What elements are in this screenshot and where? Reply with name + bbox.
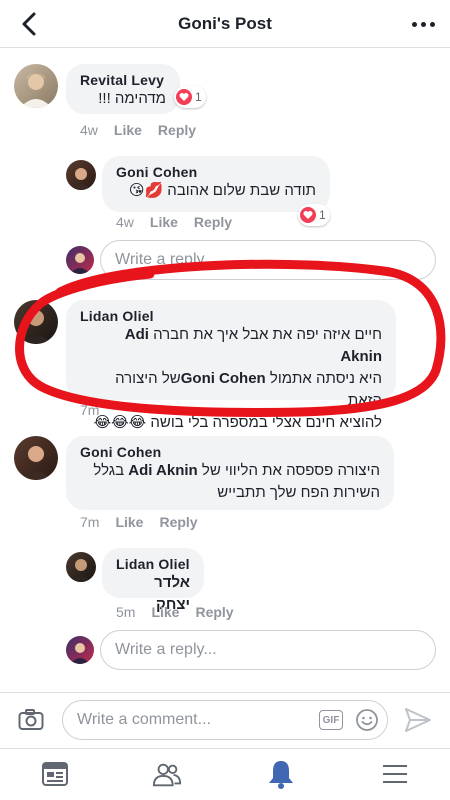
tab-notifications[interactable] <box>266 759 296 789</box>
bell-icon <box>269 761 293 789</box>
comment-author[interactable]: Lidan Oliel <box>80 308 382 324</box>
avatar[interactable] <box>14 64 58 108</box>
comment-input[interactable]: Write a comment... GIF <box>62 700 388 740</box>
mention-link[interactable]: Adi Aknin <box>128 462 197 479</box>
profile-photo <box>70 168 92 190</box>
like-button[interactable]: Like <box>114 122 142 138</box>
comment-bubble[interactable]: Revital Levy מדהימה !!! <box>66 64 180 114</box>
comment-author[interactable]: Lidan Oliel <box>116 556 190 572</box>
profile-photo <box>20 446 52 480</box>
comment-author[interactable]: Goni Cohen <box>116 164 316 180</box>
more-dot <box>429 21 435 27</box>
comment-bubble[interactable]: Lidan Oliel חיים איזה יפה את אבל איך את … <box>66 300 396 431</box>
comment-author[interactable]: Revital Levy <box>80 72 166 88</box>
comment-timestamp: 4w <box>80 122 98 138</box>
more-dot <box>420 21 426 27</box>
like-button[interactable]: Like <box>151 604 179 620</box>
camera-button[interactable] <box>18 709 44 736</box>
avatar <box>66 246 94 274</box>
gif-button[interactable]: GIF <box>319 710 343 730</box>
profile-photo <box>20 310 52 344</box>
comment-bubble[interactable]: Lidan Oliel אלדר יצחק <box>102 548 204 613</box>
avatar <box>66 636 94 664</box>
reply-button[interactable]: Reply <box>195 604 233 620</box>
tab-friends[interactable] <box>152 759 182 789</box>
comment-text-part: היצורה פספסה את הליווי של <box>201 462 380 479</box>
comment-text-part: היא ניסתה אתמול <box>269 370 382 387</box>
comment-text: היא ניסתה אתמול Goni Cohenשל היצורה הזאת <box>80 368 382 412</box>
comment-input-placeholder: Write a comment... <box>77 711 211 728</box>
like-button[interactable]: Like <box>150 214 178 230</box>
comment-actions: 7m <box>80 402 99 418</box>
avatar[interactable] <box>14 436 58 480</box>
profile-photo <box>70 643 90 664</box>
emoji-button[interactable] <box>355 708 379 737</box>
comment-composer: Write a comment... GIF <box>0 692 450 748</box>
comment-text-part: בגלל <box>93 462 125 479</box>
comment-timestamp: 4w <box>116 214 134 230</box>
avatar[interactable] <box>66 552 96 582</box>
reaction-count: 1 <box>195 90 202 104</box>
friends-icon <box>152 763 182 787</box>
comment-text: היצורה פספסה את הליווי של Adi Aknin בגלל <box>80 460 380 482</box>
avatar[interactable] <box>66 160 96 190</box>
like-button[interactable]: Like <box>115 514 143 530</box>
smiley-icon <box>356 709 378 731</box>
comment-actions: 5m Like Reply <box>116 604 234 620</box>
comment-timestamp: 7m <box>80 402 100 418</box>
reply-input[interactable]: Write a reply... <box>100 630 436 670</box>
heart-icon <box>300 207 316 223</box>
comment-actions: 7m Like Reply <box>80 514 198 530</box>
tab-news-feed[interactable] <box>40 759 70 789</box>
comment-actions: 4w Like Reply <box>116 214 232 230</box>
send-button[interactable] <box>404 707 432 738</box>
comment-text: השירות הפח שלך תתבייש <box>217 484 380 501</box>
comment-actions: 4w Like Reply <box>80 122 196 138</box>
comment-text: מדהימה !!! <box>98 90 166 107</box>
comment-text: להוציא חינם אצלי במספרה בלי בושה 😂😂😂 <box>93 414 382 431</box>
reply-button[interactable]: Reply <box>159 514 197 530</box>
camera-icon <box>18 709 44 730</box>
comment-timestamp: 5m <box>116 604 136 620</box>
reaction-badge[interactable]: 1 <box>174 86 206 108</box>
comment-author[interactable]: Goni Cohen <box>80 444 380 460</box>
profile-photo <box>70 253 90 274</box>
comment-bubble[interactable]: Goni Cohen תודה שבת שלום אהובה 💋😘 <box>102 156 330 212</box>
comment-text: חיים איזה יפה את אבל איך את חברה Adi Akn… <box>80 324 382 368</box>
reply-button[interactable]: Reply <box>158 122 196 138</box>
mention-link[interactable]: Goni Cohen <box>181 370 266 387</box>
more-options-button[interactable] <box>410 14 436 34</box>
menu-icon <box>383 765 407 783</box>
profile-photo <box>70 559 92 582</box>
comment-text: תודה שבת שלום אהובה 💋😘 <box>128 182 316 199</box>
heart-icon <box>176 89 192 105</box>
profile-photo <box>20 73 52 108</box>
comment-bubble[interactable]: Goni Cohen היצורה פספסה את הליווי של Adi… <box>66 436 394 510</box>
page-title: Goni's Post <box>178 14 272 33</box>
comment-text-part: חיים איזה יפה את אבל איך את חברה <box>153 326 382 343</box>
reply-button[interactable]: Reply <box>194 214 232 230</box>
reaction-badge[interactable]: 1 <box>298 204 330 226</box>
bottom-tab-bar <box>0 748 450 800</box>
reaction-count: 1 <box>319 208 326 222</box>
header: Goni's Post <box>0 0 450 48</box>
avatar[interactable] <box>14 300 58 344</box>
send-icon <box>405 708 431 732</box>
tab-menu[interactable] <box>380 759 410 789</box>
comment-timestamp: 7m <box>80 514 100 530</box>
news-feed-icon <box>42 762 68 786</box>
more-dot <box>411 21 417 27</box>
reply-input[interactable]: Write a reply... <box>100 240 436 280</box>
